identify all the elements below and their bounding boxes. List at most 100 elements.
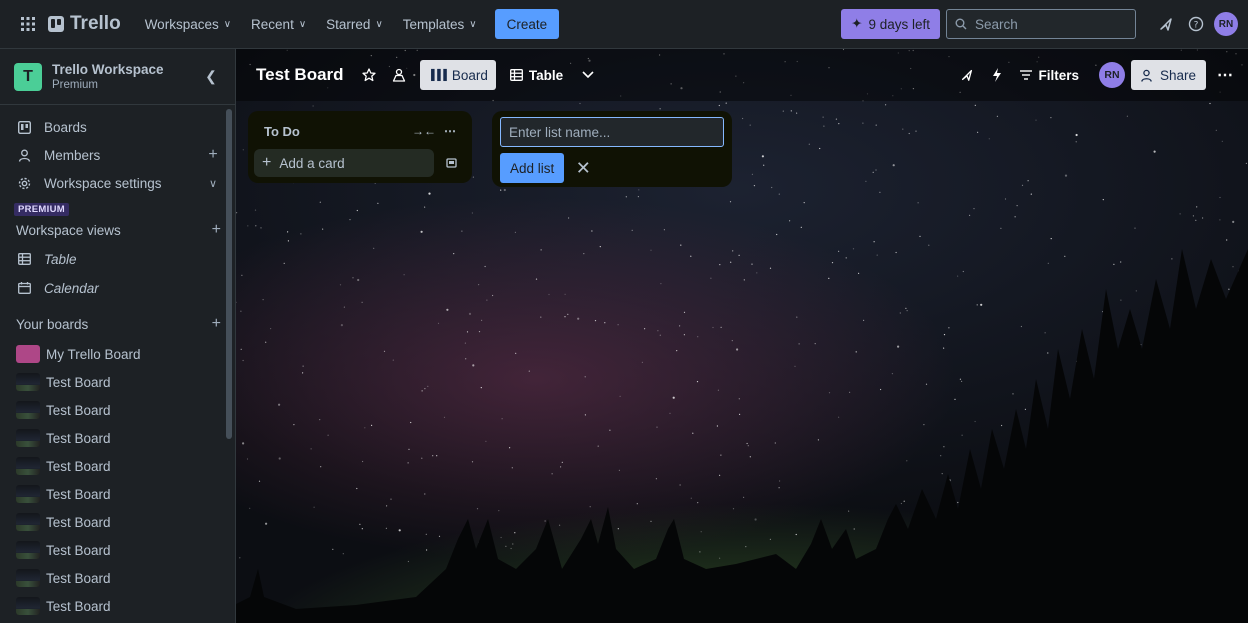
add-view-icon[interactable]: + <box>212 221 221 239</box>
close-icon[interactable]: ✕ <box>568 153 598 183</box>
sidebar-item-label: Boards <box>44 119 87 135</box>
menu-workspaces-label: Workspaces <box>144 16 219 32</box>
board-name: Test Board <box>46 598 111 614</box>
menu-templates-label: Templates <box>402 16 465 32</box>
add-list-button[interactable]: Add list <box>500 153 565 183</box>
sidebar-item-label: Workspace settings <box>44 175 162 191</box>
chevron-down-icon: ∨ <box>375 18 383 30</box>
add-card-row: + Add a card <box>254 149 466 177</box>
chevron-down-icon: ∨ <box>469 18 477 30</box>
board-name: Test Board <box>46 430 111 446</box>
search-placeholder: Search <box>975 16 1018 32</box>
sidebar-board-item[interactable]: Test Board <box>0 452 235 480</box>
calendar-icon <box>16 282 32 294</box>
board-title[interactable]: Test Board <box>256 65 344 85</box>
sidebar-board-item[interactable]: Test Board <box>0 592 235 620</box>
new-list-actions: Add list ✕ <box>500 153 724 183</box>
collapse-list-icon[interactable]: →← <box>412 124 436 138</box>
sidebar-item-boards[interactable]: Boards <box>0 113 235 141</box>
board-name: Test Board <box>46 402 111 418</box>
view-board-button[interactable]: ▐▐▐ Board <box>419 60 496 90</box>
board-thumbnail <box>16 485 40 503</box>
sidebar-board-item[interactable]: Test Board <box>0 480 235 508</box>
sidebar-item-workspace-settings[interactable]: Workspace settings ∨ <box>0 169 235 197</box>
filters-button[interactable]: Filters <box>1012 60 1087 90</box>
add-board-icon[interactable]: + <box>212 315 221 333</box>
app-switcher-icon[interactable] <box>14 10 42 38</box>
board-name: My Trello Board <box>46 346 141 362</box>
menu-templates[interactable]: Templates ∨ <box>393 8 487 40</box>
sidebar-item-members[interactable]: Members + <box>0 141 235 169</box>
board-thumbnail <box>16 345 40 363</box>
list-header: To Do →← ⋯ <box>254 117 466 145</box>
board-thumbnail <box>16 541 40 559</box>
top-navigation-bar: Trello Workspaces ∨ Recent ∨ Starred ∨ T… <box>0 0 1248 49</box>
chevron-down-icon[interactable] <box>573 60 603 90</box>
plus-icon: + <box>262 154 272 171</box>
search-icon <box>955 18 967 30</box>
board-name: Test Board <box>46 486 111 502</box>
board-name: Test Board <box>46 570 111 586</box>
sidebar-board-item[interactable]: Test Board <box>0 368 235 396</box>
list-name-input[interactable] <box>500 117 724 147</box>
notifications-icon[interactable] <box>1152 10 1180 38</box>
power-ups-icon[interactable] <box>952 60 982 90</box>
sidebar-board-item[interactable]: Test Board <box>0 536 235 564</box>
collapse-sidebar-icon[interactable]: ❮ <box>199 65 223 89</box>
board-icon <box>16 120 32 134</box>
board-name: Test Board <box>46 374 111 390</box>
list-title[interactable]: To Do <box>264 124 412 139</box>
sidebar-item-table-view[interactable]: Table <box>0 245 235 273</box>
workspace-header: T Trello Workspace Premium ❮ <box>0 49 235 105</box>
sidebar-board-item[interactable]: My Trello Board <box>0 340 235 368</box>
chevron-down-icon: ∨ <box>298 18 307 30</box>
sidebar-board-item[interactable]: Test Board <box>0 564 235 592</box>
chevron-down-icon[interactable]: ∨ <box>205 177 221 190</box>
board-member-avatar[interactable]: RN <box>1098 62 1125 88</box>
filters-label: Filters <box>1038 67 1079 83</box>
menu-recent-label: Recent <box>251 16 294 32</box>
add-card-button[interactable]: + Add a card <box>254 149 434 177</box>
sidebar-board-item[interactable]: Test Board <box>0 508 235 536</box>
svg-text:?: ? <box>1194 21 1199 31</box>
search-box[interactable]: Search <box>946 9 1136 39</box>
workspace-logo[interactable]: T <box>14 62 42 91</box>
trial-days-left-button[interactable]: ✦ 9 days left <box>841 9 940 39</box>
add-card-label: Add a card <box>279 155 345 171</box>
board-thumbnail <box>16 597 40 615</box>
more-menu-icon[interactable]: ⋯ <box>1210 60 1240 90</box>
star-icon[interactable] <box>354 60 384 90</box>
board-thumbnail <box>16 569 40 587</box>
share-label: Share <box>1159 67 1196 83</box>
section-heading-label: Workspace views <box>16 222 121 238</box>
view-table-button[interactable]: Table <box>502 60 571 90</box>
sidebar-item-calendar-view[interactable]: Calendar <box>0 274 235 302</box>
sidebar-board-item[interactable]: Test Board <box>0 424 235 452</box>
workspace-info: Trello Workspace Premium <box>52 62 199 91</box>
menu-workspaces[interactable]: Workspaces ∨ <box>135 8 241 40</box>
premium-badge: PREMIUM <box>14 203 69 216</box>
account-avatar[interactable]: RN <box>1212 10 1240 38</box>
board-name: Test Board <box>46 458 111 474</box>
sidebar-board-item[interactable]: Test Board <box>0 396 235 424</box>
list-actions-icon[interactable]: ⋯ <box>440 124 460 138</box>
table-icon <box>16 253 32 265</box>
menu-starred[interactable]: Starred ∨ <box>316 8 393 40</box>
board-view-icon: ▐▐▐ <box>427 69 447 81</box>
visibility-people-icon[interactable] <box>384 60 414 90</box>
add-member-icon[interactable]: + <box>205 146 221 164</box>
board-thumbnail <box>16 401 40 419</box>
sidebar-item-label: Calendar <box>44 280 99 296</box>
automation-bolt-icon[interactable] <box>982 60 1012 90</box>
sidebar-scrollbar[interactable] <box>226 109 232 439</box>
share-button[interactable]: Share <box>1130 60 1206 90</box>
trial-label: 9 days left <box>868 16 930 32</box>
help-icon[interactable]: ? <box>1182 10 1210 38</box>
board-thumbnail <box>16 429 40 447</box>
create-from-template-icon[interactable] <box>438 149 466 177</box>
trello-logo[interactable]: Trello <box>48 13 121 35</box>
filter-icon <box>1020 70 1033 80</box>
avatar: RN <box>1214 12 1238 36</box>
create-button[interactable]: Create <box>494 9 560 39</box>
menu-recent[interactable]: Recent ∨ <box>241 8 316 40</box>
